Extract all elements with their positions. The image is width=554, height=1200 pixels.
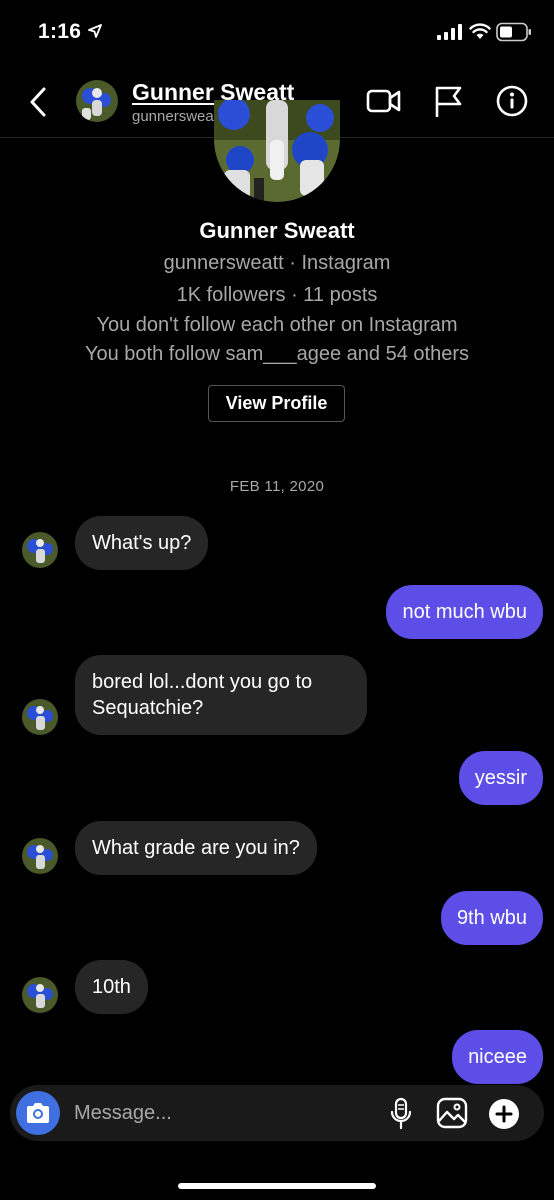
home-indicator[interactable]: [178, 1183, 376, 1189]
cellular-signal-icon: [437, 24, 462, 40]
header-avatar[interactable]: [76, 80, 118, 122]
video-call-icon[interactable]: [366, 86, 402, 116]
header-username: gunnersweatt: [132, 108, 223, 125]
sender-avatar[interactable]: [22, 532, 58, 568]
profile-stats-line: 1K followers · 11 posts: [176, 284, 378, 306]
battery-icon: [496, 22, 531, 42]
location-arrow-icon: [88, 24, 102, 38]
flag-icon[interactable]: [434, 85, 464, 117]
profile-username-line: gunnersweatt · Instagram: [163, 252, 391, 274]
wifi-icon: [469, 23, 491, 39]
status-time: 1:16: [38, 20, 82, 43]
message-bubble-outgoing[interactable]: 9th wbu: [440, 891, 543, 945]
profile-name: Gunner Sweatt: [199, 218, 355, 243]
date-separator: FEB 11, 2020: [229, 478, 325, 495]
message-composer: [10, 1085, 544, 1141]
camera-button[interactable]: [16, 1091, 60, 1135]
message-bubble-incoming[interactable]: What grade are you in?: [75, 821, 317, 875]
view-profile-button[interactable]: View Profile: [208, 385, 345, 422]
back-chevron-icon[interactable]: [24, 84, 54, 120]
gallery-icon[interactable]: [436, 1097, 468, 1129]
message-input[interactable]: [74, 1097, 374, 1129]
message-bubble-outgoing[interactable]: yessir: [458, 751, 543, 805]
profile-photo[interactable]: [214, 100, 340, 202]
message-bubble-outgoing[interactable]: niceee: [452, 1030, 543, 1084]
message-bubble-incoming[interactable]: bored lol...dont you go to Sequatchie?: [75, 655, 367, 735]
message-bubble-outgoing[interactable]: not much wbu: [386, 585, 543, 639]
profile-mutual-follows: You both follow sam___agee and 54 others: [85, 343, 469, 365]
sender-avatar[interactable]: [22, 699, 58, 735]
info-icon[interactable]: [496, 85, 528, 117]
sender-avatar[interactable]: [22, 977, 58, 1013]
microphone-icon[interactable]: [390, 1097, 412, 1131]
plus-icon[interactable]: [488, 1098, 520, 1130]
profile-follow-status: You don't follow each other on Instagram: [96, 314, 458, 336]
camera-icon: [27, 1103, 49, 1123]
message-bubble-incoming[interactable]: 10th: [75, 960, 148, 1014]
status-bar: 1:16: [0, 0, 554, 66]
message-bubble-incoming[interactable]: What's up?: [75, 516, 209, 570]
sender-avatar[interactable]: [22, 838, 58, 874]
